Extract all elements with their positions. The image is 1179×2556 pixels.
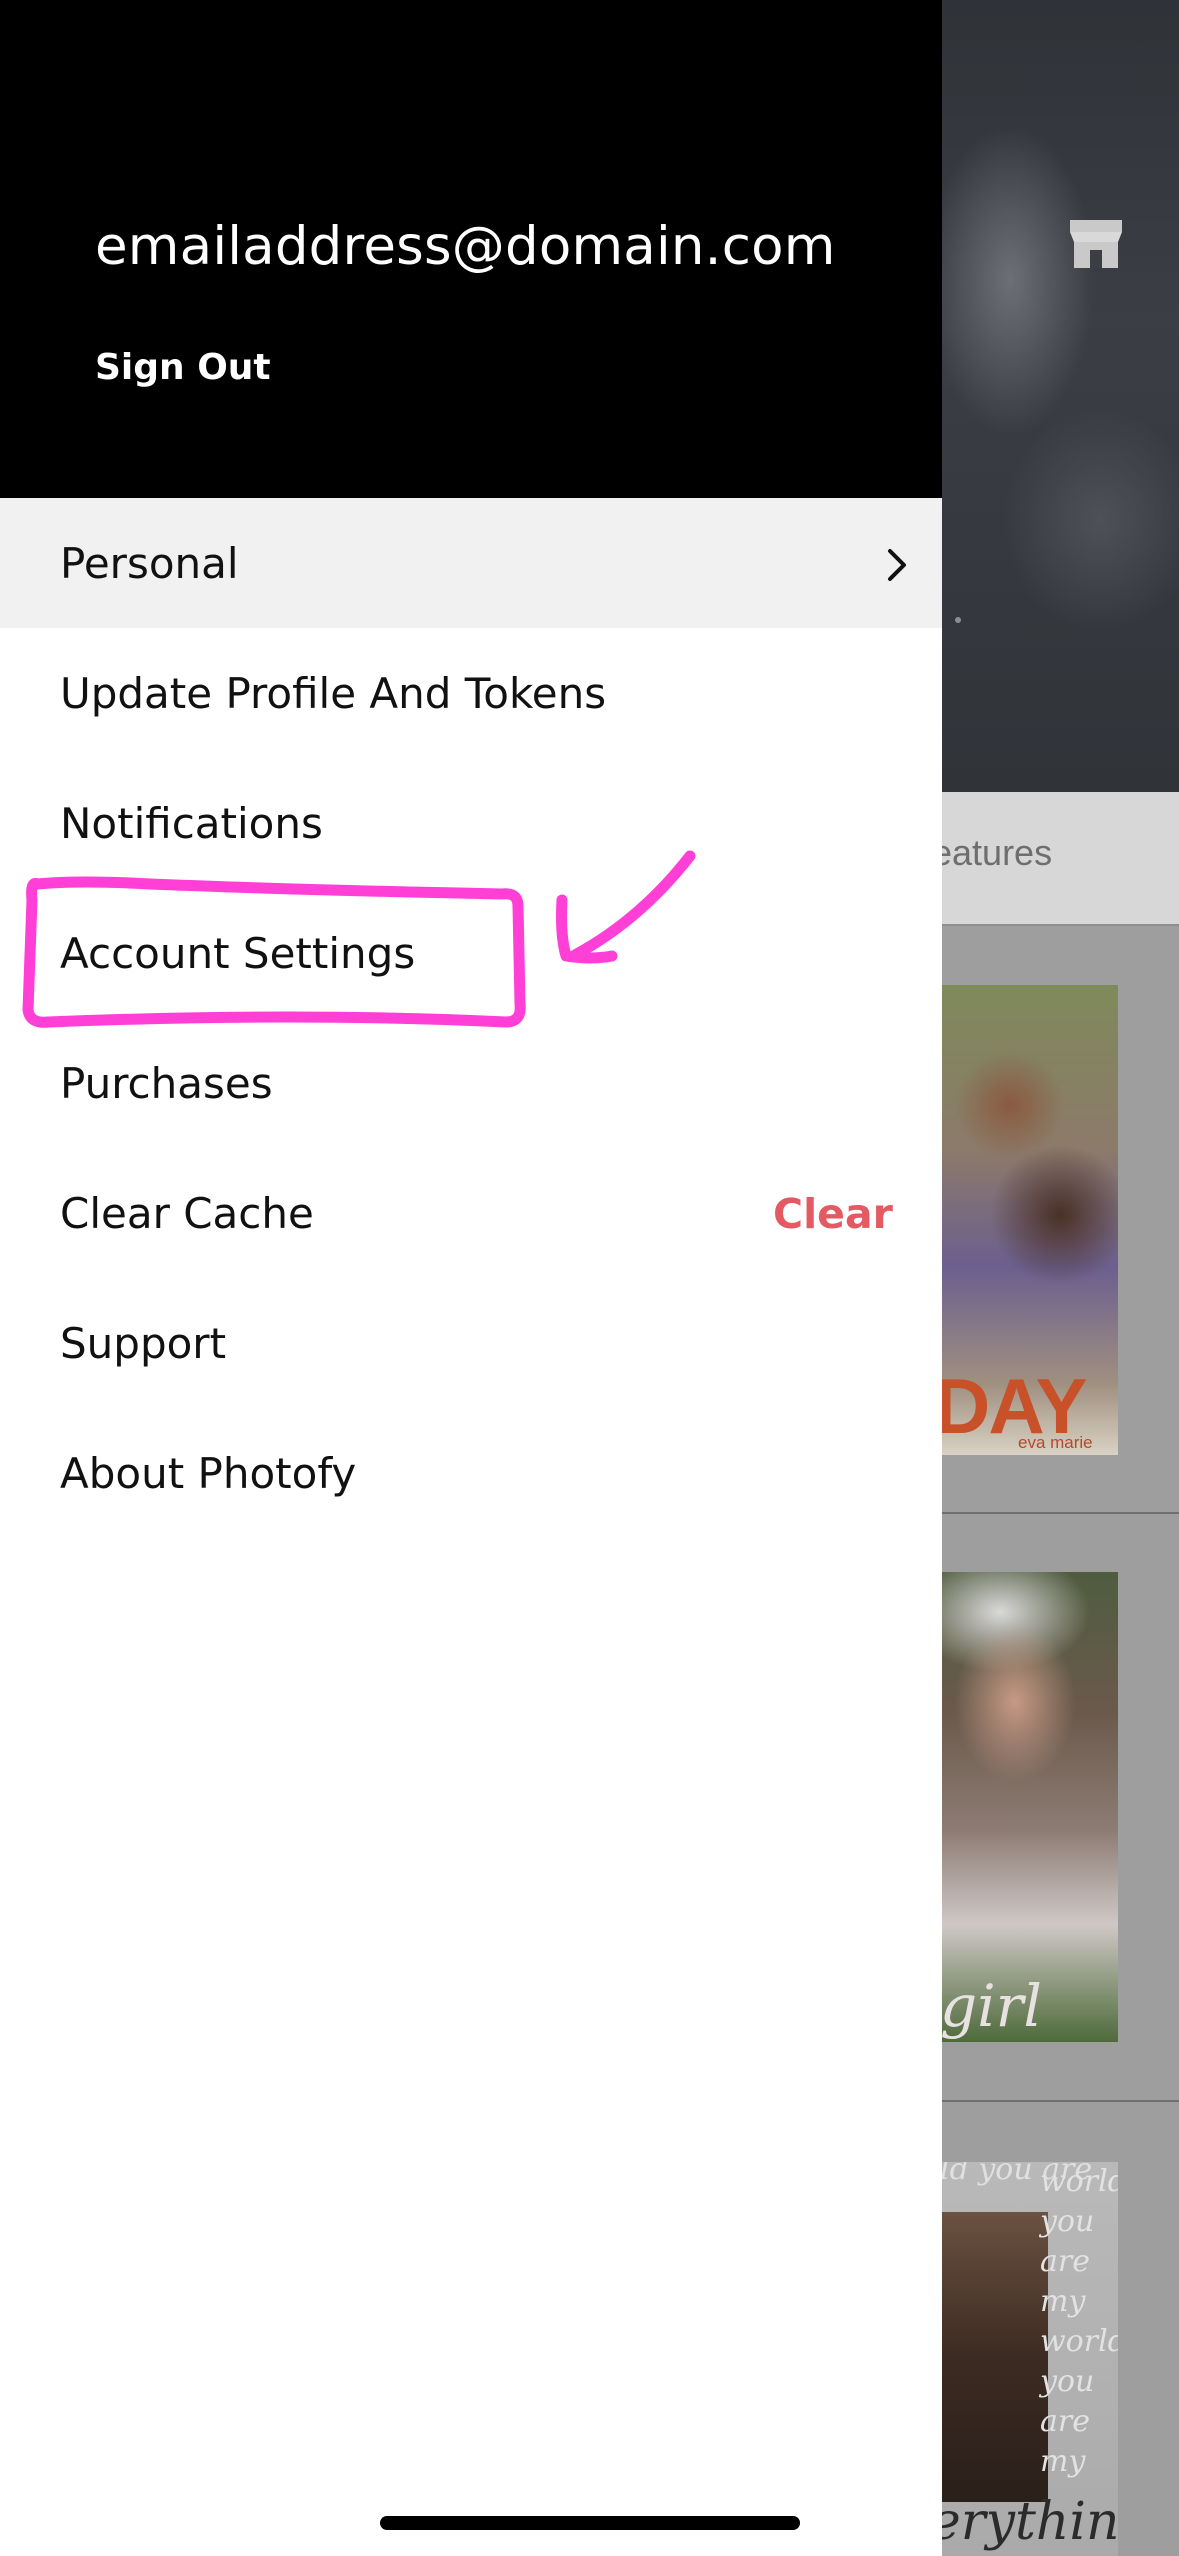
card-text: world you are my world you are my: [1040, 2164, 1118, 2479]
account-email: emailaddress@domain.com: [95, 216, 836, 277]
menu-item-support[interactable]: Support: [0, 1278, 942, 1408]
clear-cache-button[interactable]: Clear: [773, 1190, 893, 1238]
menu-item-notifications[interactable]: Notifications: [0, 758, 942, 888]
menu-item-label: Purchases: [60, 1058, 273, 1108]
menu-item-update-profile[interactable]: Update Profile And Tokens: [0, 628, 942, 758]
menu-item-label: Personal: [60, 538, 239, 588]
card-title: erything: [940, 2492, 1118, 2552]
hero-dot: [955, 617, 961, 623]
sign-out-button[interactable]: Sign Out: [95, 347, 271, 388]
menu-item-personal[interactable]: Personal: [0, 498, 942, 628]
card-photo: [940, 2212, 1048, 2502]
menu-item-account-settings[interactable]: Account Settings: [0, 888, 942, 1018]
drawer-header: emailaddress@domain.com Sign Out: [0, 0, 942, 498]
template-card[interactable]: DAY eva marie: [940, 985, 1118, 1455]
menu-item-about[interactable]: About Photofy: [0, 1408, 942, 1538]
store-icon[interactable]: [1068, 218, 1124, 270]
tab-features[interactable]: eatures: [932, 832, 1052, 874]
menu-item-label: Notifications: [60, 798, 323, 848]
template-card[interactable]: ld you are world you are my world you ar…: [940, 2162, 1118, 2556]
menu-item-label: About Photofy: [60, 1448, 357, 1498]
chevron-right-icon: [888, 549, 906, 581]
menu-item-label: Account Settings: [60, 928, 416, 978]
home-indicator: [380, 2516, 800, 2530]
menu-item-label: Update Profile And Tokens: [60, 668, 607, 718]
card-credit: eva marie: [1018, 1433, 1093, 1452]
side-drawer: emailaddress@domain.com Sign Out Persona…: [0, 0, 942, 2556]
menu-item-label: Clear Cache: [60, 1188, 314, 1238]
menu-item-label: Support: [60, 1318, 227, 1368]
hero-image: [940, 0, 1179, 792]
template-card[interactable]: girl: [940, 1572, 1118, 2042]
menu-item-purchases[interactable]: Purchases: [0, 1018, 942, 1148]
feed-divider: [940, 2100, 1179, 2102]
feed-divider: [940, 1512, 1179, 1514]
card-title: girl: [940, 1972, 1042, 2040]
